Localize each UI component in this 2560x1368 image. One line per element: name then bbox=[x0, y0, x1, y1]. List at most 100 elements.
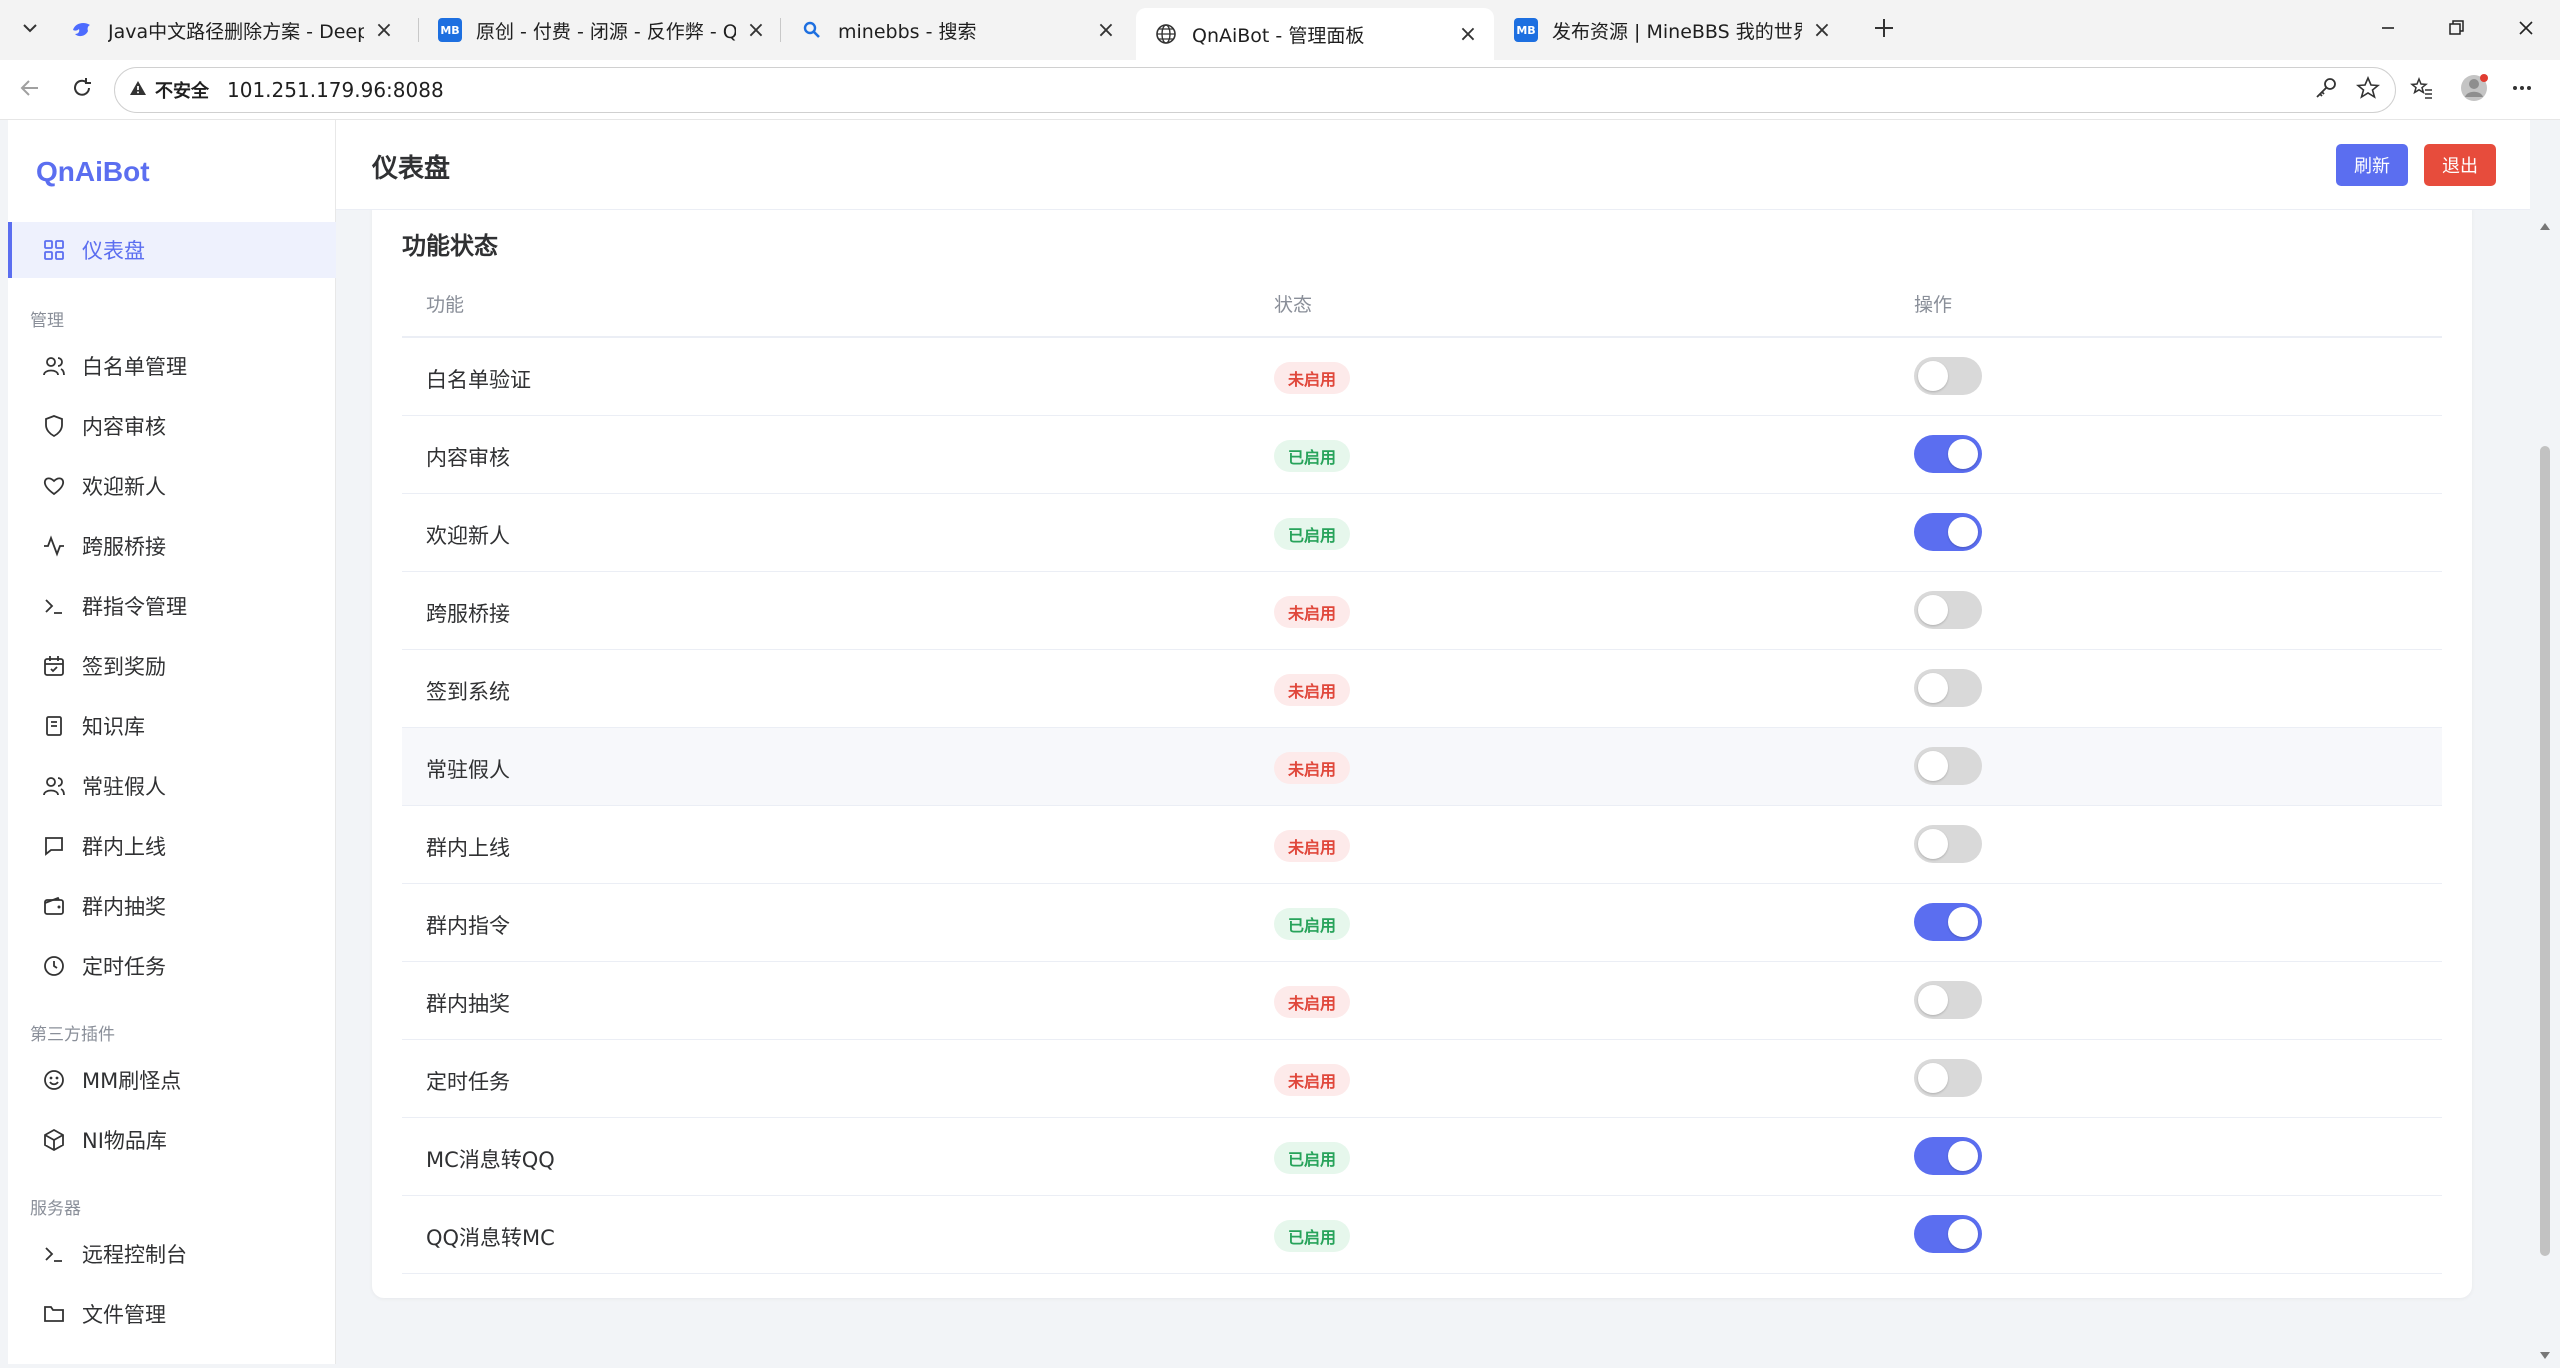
favorites-button[interactable] bbox=[2404, 72, 2440, 108]
profile-button[interactable] bbox=[2456, 72, 2492, 108]
toggle-knob bbox=[1918, 985, 1948, 1015]
feature-name: 内容审核 bbox=[426, 446, 510, 470]
feature-toggle[interactable] bbox=[1914, 1059, 1982, 1097]
close-tab-icon[interactable]: × bbox=[744, 18, 768, 43]
sidebar: QnAiBot 仪表盘 管理 白名单管理 内容审核 欢迎新人 跨服桥接 群指令管… bbox=[8, 120, 336, 1364]
table-row: 群内指令 已启用 bbox=[402, 884, 2442, 962]
plus-icon bbox=[1873, 17, 1895, 43]
reload-icon bbox=[71, 77, 93, 103]
status-badge: 未启用 bbox=[1274, 674, 1351, 706]
smile-icon bbox=[40, 1066, 68, 1094]
feature-toggle[interactable] bbox=[1914, 747, 1982, 785]
tab-deepseek[interactable]: Java中文路径删除方案 - DeepSeek × bbox=[52, 8, 410, 52]
table-row: 群内上线 未启用 bbox=[402, 806, 2442, 884]
scroll-down-icon[interactable] bbox=[2539, 1346, 2551, 1365]
grid-icon bbox=[40, 236, 68, 264]
feature-toggle[interactable] bbox=[1914, 1215, 1982, 1253]
message-icon bbox=[40, 832, 68, 860]
tab-minebbs-publish[interactable]: MB 发布资源 | MineBBS 我的世界中文 × bbox=[1496, 8, 1848, 52]
feature-toggle[interactable] bbox=[1914, 903, 1982, 941]
sidebar-item-lottery[interactable]: 群内抽奖 bbox=[8, 878, 336, 934]
close-tab-icon[interactable]: × bbox=[372, 18, 396, 43]
feature-toggle[interactable] bbox=[1914, 435, 1982, 473]
tab-qnaibot-dashboard[interactable]: QnAiBot - 管理面板 × bbox=[1136, 8, 1494, 60]
close-tab-icon[interactable]: × bbox=[1810, 18, 1834, 43]
terminal-icon bbox=[40, 592, 68, 620]
table-body: 白名单验证 未启用 内容审核 已启用 欢迎新人 已启用 跨服桥接 未启用 签到系统 未启用 常驻假人… bbox=[402, 338, 2442, 1274]
warning-icon bbox=[129, 79, 147, 102]
nav-section-server: 服务器 bbox=[30, 1199, 81, 1219]
status-badge: 已启用 bbox=[1274, 1142, 1351, 1174]
new-tab-button[interactable] bbox=[1866, 12, 1902, 48]
feature-toggle[interactable] bbox=[1914, 513, 1982, 551]
sidebar-item-schedule[interactable]: 定时任务 bbox=[8, 938, 336, 994]
sidebar-item-knowledge[interactable]: 知识库 bbox=[8, 698, 336, 754]
feature-name: 常驻假人 bbox=[426, 758, 510, 782]
feature-toggle[interactable] bbox=[1914, 1137, 1982, 1175]
close-icon bbox=[2517, 19, 2535, 41]
toggle-knob bbox=[1948, 907, 1978, 937]
minimize-icon bbox=[2379, 19, 2397, 41]
sidebar-item-bridge[interactable]: 跨服桥接 bbox=[8, 518, 336, 574]
sidebar-item-welcome[interactable]: 欢迎新人 bbox=[8, 458, 336, 514]
feature-status-card: 功能状态 功能 状态 操作 白名单验证 未启用 内容审核 已启用 欢迎新人 已启用 跨服桥接… bbox=[372, 208, 2472, 1298]
sidebar-item-checkin[interactable]: 签到奖励 bbox=[8, 638, 336, 694]
feature-toggle[interactable] bbox=[1914, 825, 1982, 863]
column-header-status: 状态 bbox=[1274, 294, 1313, 316]
address-bar: 不安全 101.251.179.96:8088 bbox=[0, 60, 2560, 120]
avatar bbox=[2459, 73, 2489, 107]
bookmark-star-button[interactable] bbox=[2350, 72, 2386, 108]
minebbs-icon: MB bbox=[1514, 18, 1538, 42]
table-row: 欢迎新人 已启用 bbox=[402, 494, 2442, 572]
column-header-action: 操作 bbox=[1914, 294, 1953, 316]
page-title: 仪表盘 bbox=[372, 154, 451, 184]
feature-name: 定时任务 bbox=[426, 1070, 510, 1094]
sidebar-item-commands[interactable]: 群指令管理 bbox=[8, 578, 336, 634]
logout-button[interactable]: 退出 bbox=[2424, 144, 2496, 186]
feature-toggle[interactable] bbox=[1914, 591, 1982, 629]
password-key-button[interactable] bbox=[2308, 72, 2344, 108]
tab-search[interactable]: minebbs - 搜索 × bbox=[782, 8, 1132, 52]
sidebar-item-ni-items[interactable]: NI物品库 bbox=[8, 1112, 336, 1168]
feature-toggle[interactable] bbox=[1914, 669, 1982, 707]
sidebar-item-console[interactable]: 远程控制台 bbox=[8, 1226, 336, 1282]
sidebar-item-dashboard[interactable]: 仪表盘 bbox=[8, 222, 336, 278]
scroll-up-icon[interactable] bbox=[2539, 216, 2551, 235]
refresh-button[interactable]: 刷新 bbox=[2336, 144, 2408, 186]
browser-menu-button[interactable] bbox=[2504, 72, 2540, 108]
table-row: 群内抽奖 未启用 bbox=[402, 962, 2442, 1040]
back-button[interactable] bbox=[12, 72, 48, 108]
status-badge: 未启用 bbox=[1274, 752, 1351, 784]
sidebar-item-online[interactable]: 群内上线 bbox=[8, 818, 336, 874]
tab-qnai-resource[interactable]: MB 原创 - 付费 - 闭源 - 反作弊 - QnAi × bbox=[420, 8, 782, 52]
key-icon bbox=[2314, 76, 2338, 104]
reload-button[interactable] bbox=[64, 72, 100, 108]
close-window-button[interactable] bbox=[2492, 0, 2560, 60]
url-field[interactable]: 不安全 101.251.179.96:8088 bbox=[114, 67, 2396, 113]
sidebar-item-moderation[interactable]: 内容审核 bbox=[8, 398, 336, 454]
minimize-button[interactable] bbox=[2354, 0, 2422, 60]
header-bar: 仪表盘 刷新 退出 bbox=[336, 120, 2530, 210]
toggle-knob bbox=[1948, 439, 1978, 469]
security-indicator[interactable]: 不安全 bbox=[129, 77, 209, 103]
restore-button[interactable] bbox=[2422, 0, 2490, 60]
feature-toggle[interactable] bbox=[1914, 981, 1982, 1019]
table-row: 签到系统 未启用 bbox=[402, 650, 2442, 728]
close-tab-icon[interactable]: × bbox=[1456, 22, 1480, 47]
page-scrollbar[interactable] bbox=[2530, 120, 2560, 1368]
feature-toggle[interactable] bbox=[1914, 357, 1982, 395]
sidebar-item-files[interactable]: 文件管理 bbox=[8, 1286, 336, 1342]
sidebar-item-whitelist[interactable]: 白名单管理 bbox=[8, 338, 336, 394]
tab-list-button[interactable] bbox=[12, 12, 48, 48]
toggle-knob bbox=[1918, 1063, 1948, 1093]
feature-name: 群内上线 bbox=[426, 836, 510, 860]
box-icon bbox=[40, 1126, 68, 1154]
status-badge: 已启用 bbox=[1274, 908, 1351, 940]
close-tab-icon[interactable]: × bbox=[1094, 18, 1118, 43]
sidebar-item-mm-spawner[interactable]: MM刷怪点 bbox=[8, 1052, 336, 1108]
book-icon bbox=[40, 712, 68, 740]
app-logo: QnAiBot bbox=[36, 156, 150, 187]
sidebar-item-fakeplayer[interactable]: 常驻假人 bbox=[8, 758, 336, 814]
card-title: 功能状态 bbox=[402, 232, 498, 260]
scrollbar-thumb[interactable] bbox=[2540, 446, 2550, 1256]
